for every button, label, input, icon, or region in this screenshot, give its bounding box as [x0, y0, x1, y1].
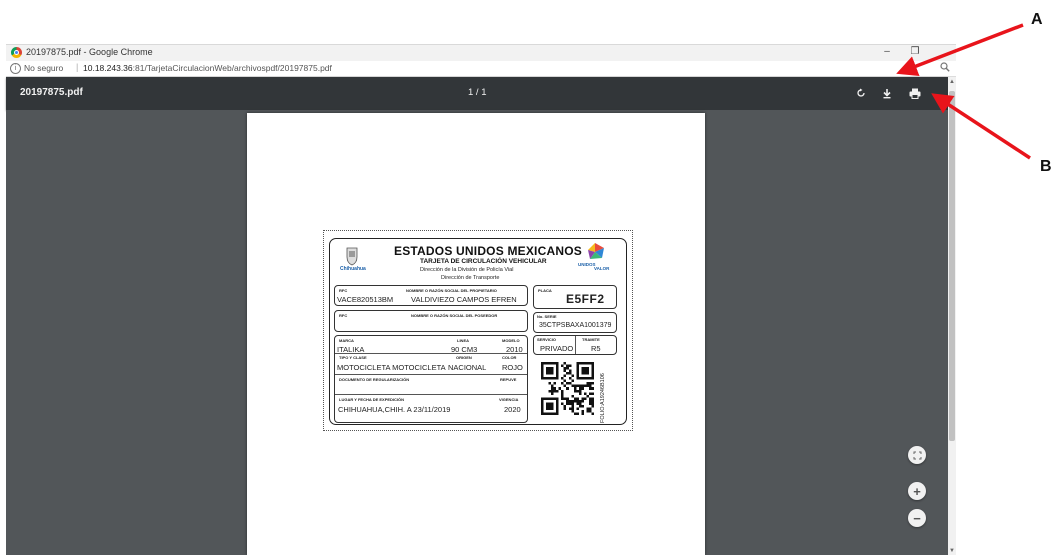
annotation-b-label: B: [1040, 158, 1052, 175]
annotation-arrows: [896, 23, 1031, 160]
annotation-a-label: A: [1031, 11, 1043, 28]
arrow-a: [896, 23, 1024, 77]
arrow-b: [931, 93, 1031, 160]
